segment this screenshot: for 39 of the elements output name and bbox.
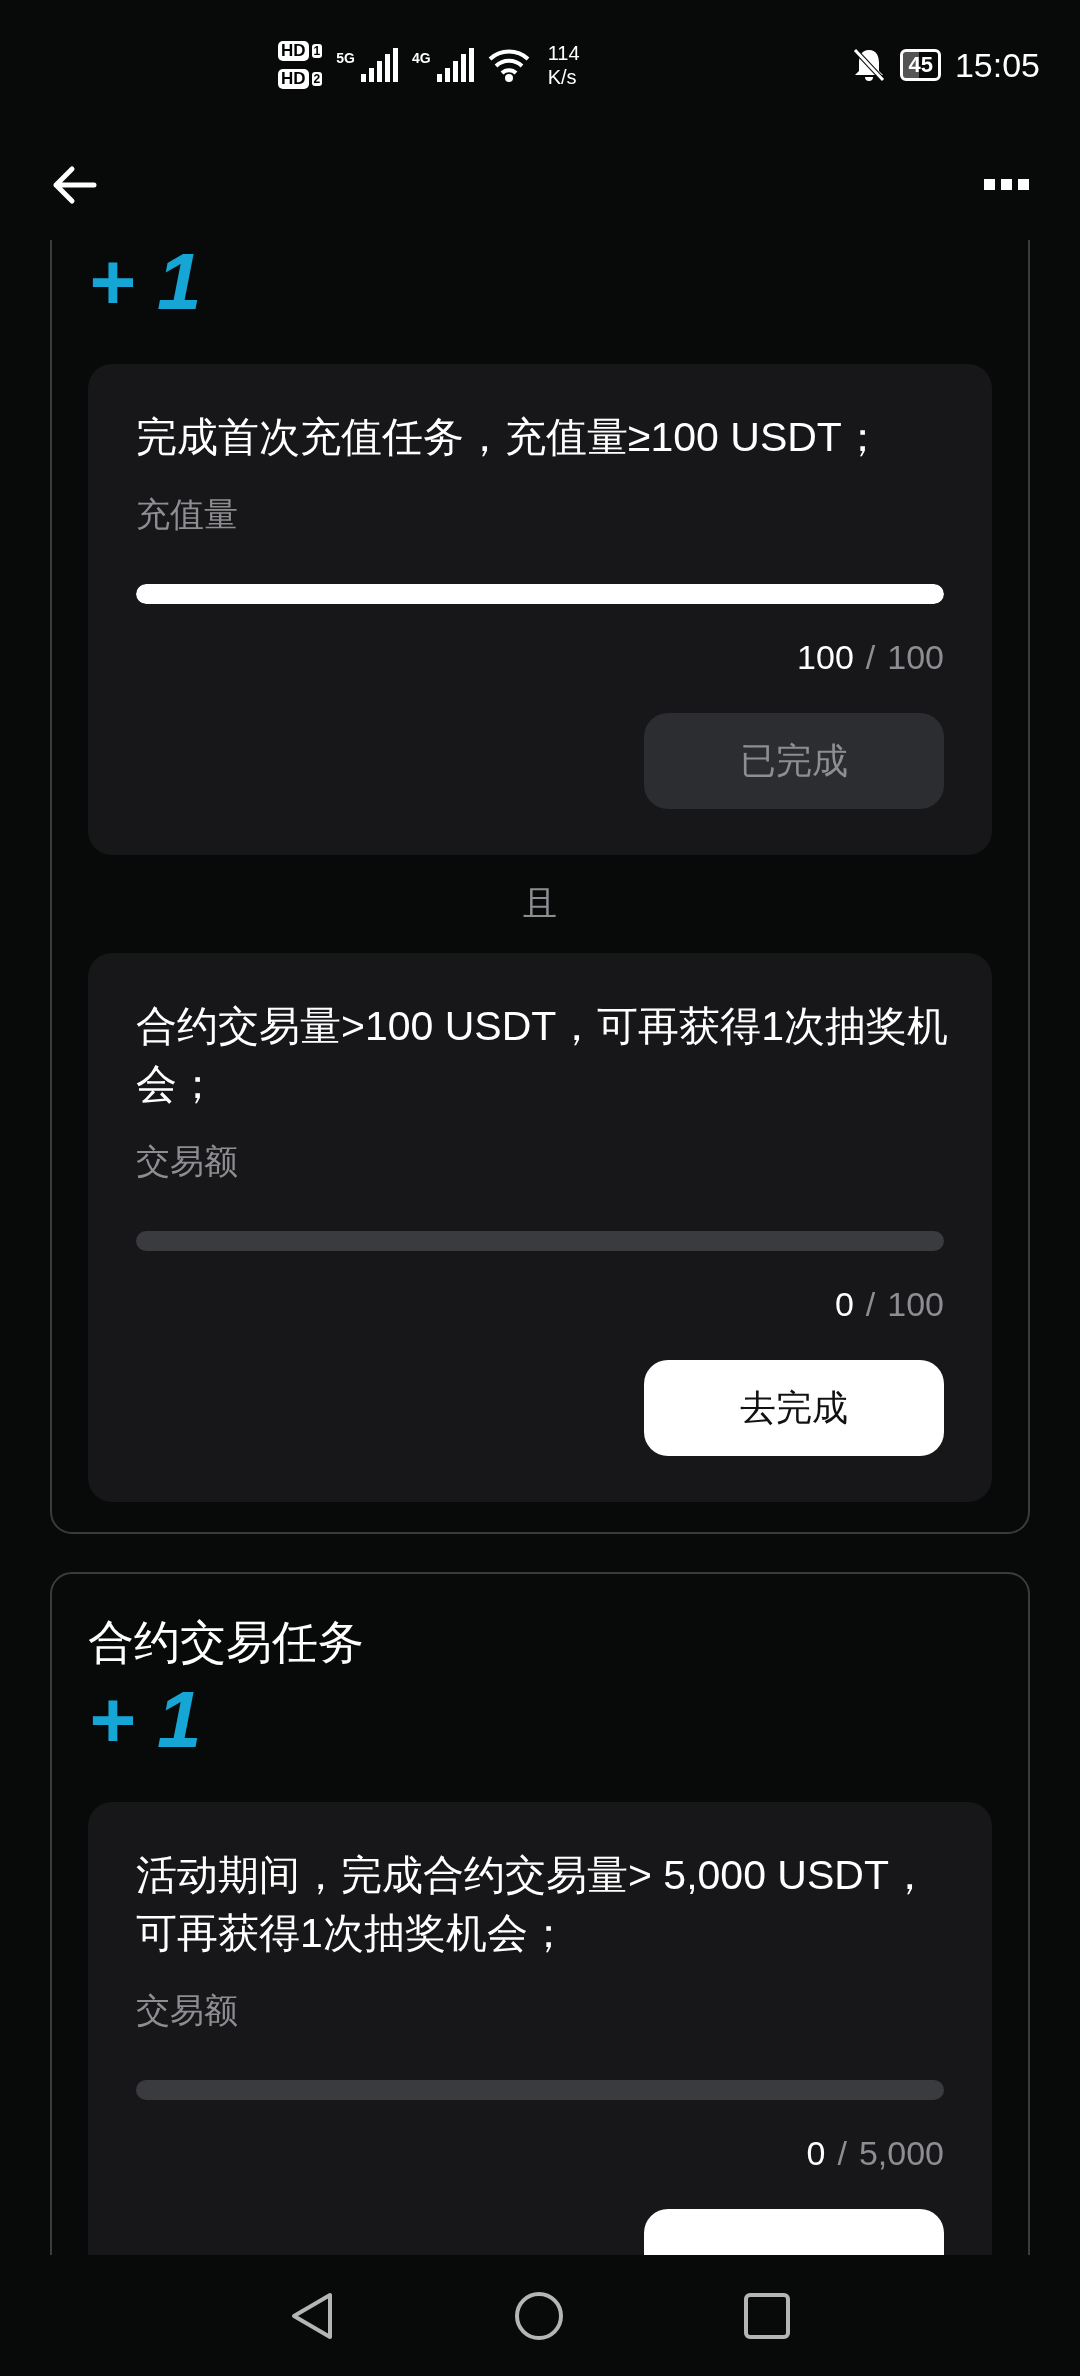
wifi-icon bbox=[487, 47, 530, 83]
task-description: 活动期间，完成合约交易量> 5,000 USDT，可再获得1次抽奖机会； bbox=[136, 1851, 931, 1958]
more-icon[interactable] bbox=[984, 179, 1030, 191]
battery-level: 45 bbox=[900, 49, 941, 81]
back-nav-icon[interactable] bbox=[290, 2290, 334, 2341]
hd-badge: HD bbox=[278, 69, 309, 89]
section-title: 合约交易任务 bbox=[88, 1615, 365, 1670]
progress-current: 0 bbox=[834, 1285, 854, 1324]
signal-icon bbox=[360, 48, 398, 82]
completed-button[interactable]: 已完成 bbox=[644, 713, 944, 809]
progress-total: 100 bbox=[887, 1285, 944, 1324]
progress-total: 100 bbox=[887, 638, 944, 677]
progress-current: 0 bbox=[806, 2134, 826, 2173]
progress-separator: / bbox=[865, 638, 876, 677]
reward-count: + 1 bbox=[88, 240, 202, 324]
progress-current: 100 bbox=[797, 638, 854, 677]
metric-label: 交易额 bbox=[136, 1990, 239, 2031]
connector-label: 且 bbox=[523, 883, 557, 924]
go-complete-button[interactable]: 去完成 bbox=[644, 1360, 944, 1456]
network-speed: 114 bbox=[547, 41, 580, 65]
recents-icon[interactable] bbox=[744, 2292, 790, 2339]
progress-separator: / bbox=[865, 1285, 876, 1324]
clock: 15:05 bbox=[954, 45, 1040, 85]
progress-total: 5,000 bbox=[858, 2134, 944, 2173]
sim-slot: 2 bbox=[311, 72, 323, 86]
progress-separator: / bbox=[837, 2134, 847, 2173]
reward-count: + 1 bbox=[88, 1678, 202, 1762]
home-icon[interactable] bbox=[514, 2290, 564, 2341]
task-description: 完成首次充值任务，充值量≥100 USDT； bbox=[136, 413, 884, 462]
network-type: 4G bbox=[411, 50, 431, 66]
metric-label: 充值量 bbox=[136, 494, 239, 535]
network-type: 5G bbox=[336, 50, 355, 66]
signal-icon bbox=[436, 48, 474, 82]
hd-badge: HD bbox=[278, 41, 309, 61]
sim-slot: 1 bbox=[311, 44, 323, 58]
speed-unit: K/s bbox=[547, 65, 578, 89]
metric-label: 交易额 bbox=[136, 1141, 239, 1182]
task-description: 合约交易量>100 USDT，可再获得1次抽奖机会； bbox=[136, 1002, 950, 1109]
bell-off-icon bbox=[852, 47, 887, 83]
